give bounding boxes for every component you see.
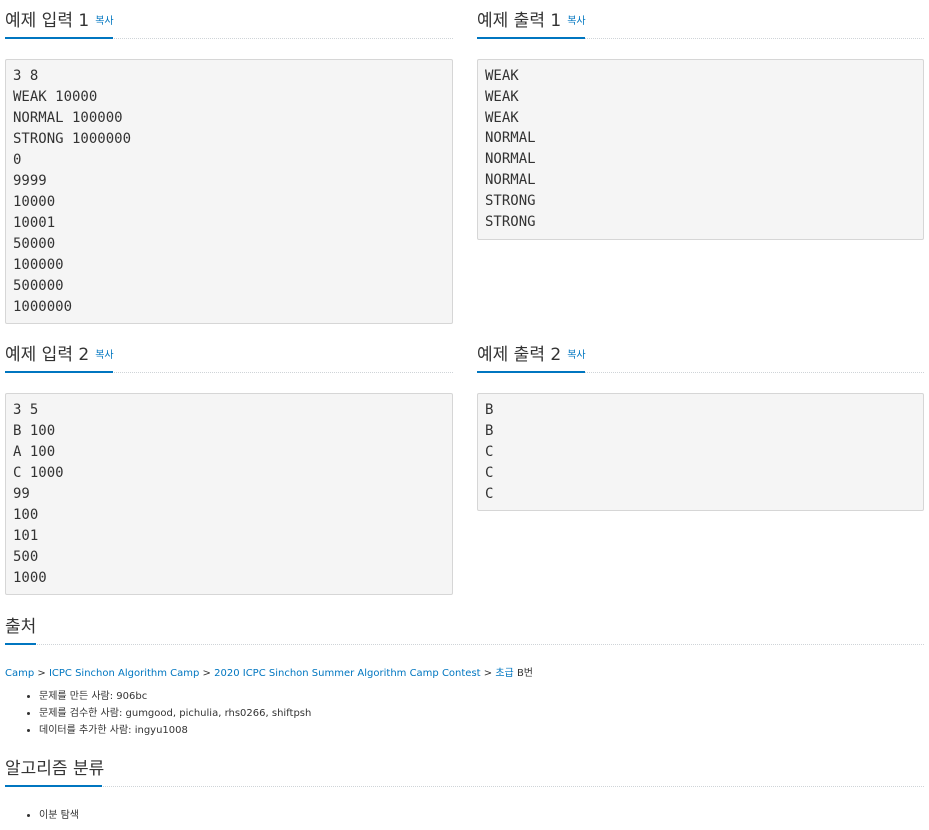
copy-button[interactable]: 복사 xyxy=(95,350,113,361)
sample-output-1-section: 예제 출력 1 복사 WEAK WEAK WEAK NORMAL NORMAL N… xyxy=(477,0,924,240)
sample-input-1-title: 예제 입력 1 xyxy=(5,11,90,31)
divider xyxy=(5,786,924,787)
sample-output-2[interactable]: B B C C C xyxy=(477,393,924,511)
algorithm-title: 알고리즘 분류 xyxy=(5,759,105,779)
crumb-problem: B번 xyxy=(513,668,534,679)
title-underline xyxy=(5,643,36,645)
credit-reviewed-by: 문제를 검수한 사람: gumgood, pichulia, rhs0266, … xyxy=(39,705,311,722)
title-underline xyxy=(5,371,113,373)
sample-output-1[interactable]: WEAK WEAK WEAK NORMAL NORMAL NORMAL STRO… xyxy=(477,59,924,240)
sample-input-2[interactable]: 3 5 B 100 A 100 C 1000 99 100 101 500 10… xyxy=(5,393,453,595)
crumb-separator: > xyxy=(480,668,496,679)
crumb-separator: > xyxy=(34,668,49,679)
section-header: 예제 입력 1 복사 xyxy=(5,0,453,40)
title-underline xyxy=(477,371,585,373)
sample-input-2-title: 예제 입력 2 xyxy=(5,345,90,365)
crumb-camp-link[interactable]: Camp xyxy=(5,668,34,679)
section-header: 예제 출력 1 복사 xyxy=(477,0,924,40)
section-title: 예제 출력 2 복사 xyxy=(477,340,586,365)
title-underline xyxy=(477,37,585,39)
sample-input-2-section: 예제 입력 2 복사 3 5 B 100 A 100 C 1000 99 100 … xyxy=(5,334,453,595)
sample-input-1-section: 예제 입력 1 복사 3 8 WEAK 10000 NORMAL 100000 S… xyxy=(5,0,453,324)
copy-button[interactable]: 복사 xyxy=(567,350,585,361)
section-title: 예제 출력 1 복사 xyxy=(477,6,586,31)
credit-made-by: 문제를 만든 사람: 906bc xyxy=(39,688,311,705)
title-underline xyxy=(5,785,102,787)
algorithm-tag-list: 이분 탐색 xyxy=(5,807,79,824)
section-title: 예제 입력 1 복사 xyxy=(5,6,114,31)
crumb-contest-link[interactable]: 2020 ICPC Sinchon Summer Algorithm Camp … xyxy=(214,668,480,679)
source-section: 출처 xyxy=(5,606,924,646)
algorithm-tag[interactable]: 이분 탐색 xyxy=(39,807,79,824)
credits-list: 문제를 만든 사람: 906bc 문제를 검수한 사람: gumgood, pi… xyxy=(5,688,311,739)
sample-output-2-title: 예제 출력 2 xyxy=(477,345,562,365)
section-header: 출처 xyxy=(5,606,924,646)
copy-button[interactable]: 복사 xyxy=(95,16,113,27)
credit-data-by: 데이터를 추가한 사람: ingyu1008 xyxy=(39,722,311,739)
title-underline xyxy=(5,37,113,39)
crumb-separator: > xyxy=(199,668,215,679)
sample-output-2-section: 예제 출력 2 복사 B B C C C xyxy=(477,334,924,511)
algorithm-section: 알고리즘 분류 xyxy=(5,748,924,788)
crumb-level-link[interactable]: 초급 xyxy=(495,668,513,679)
sample-input-1[interactable]: 3 8 WEAK 10000 NORMAL 100000 STRONG 1000… xyxy=(5,59,453,324)
section-header: 예제 출력 2 복사 xyxy=(477,334,924,374)
source-breadcrumb: Camp > ICPC Sinchon Algorithm Camp > 202… xyxy=(5,664,533,679)
section-header: 알고리즘 분류 xyxy=(5,748,924,788)
section-header: 예제 입력 2 복사 xyxy=(5,334,453,374)
copy-button[interactable]: 복사 xyxy=(567,16,585,27)
divider xyxy=(5,644,924,645)
sample-output-1-title: 예제 출력 1 xyxy=(477,11,562,31)
section-title: 예제 입력 2 복사 xyxy=(5,340,114,365)
source-title: 출처 xyxy=(5,617,37,637)
crumb-icpc-link[interactable]: ICPC Sinchon Algorithm Camp xyxy=(49,668,199,679)
